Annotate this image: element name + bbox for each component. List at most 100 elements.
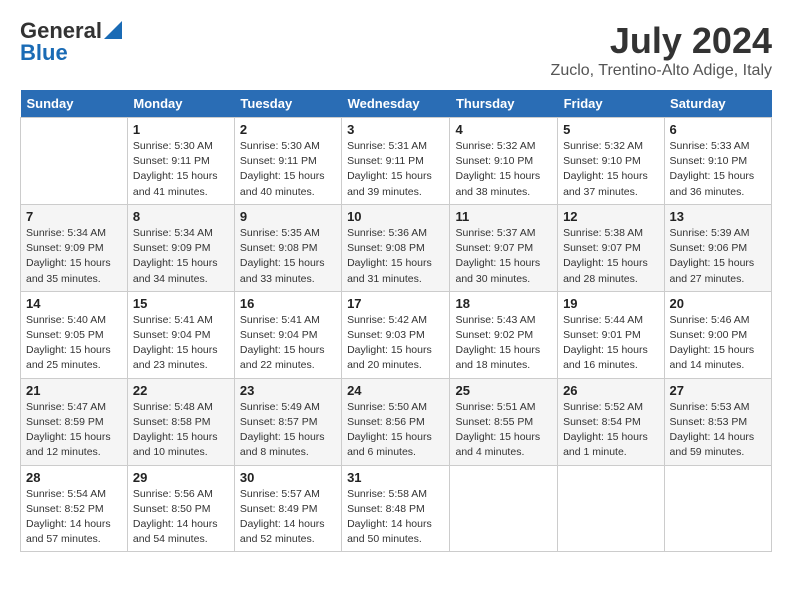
logo-blue-text: Blue — [20, 42, 68, 64]
day-info: Sunrise: 5:53 AMSunset: 8:53 PMDaylight:… — [670, 400, 766, 461]
calendar-cell: 17Sunrise: 5:42 AMSunset: 9:03 PMDayligh… — [342, 291, 450, 378]
day-info: Sunrise: 5:47 AMSunset: 8:59 PMDaylight:… — [26, 400, 122, 461]
calendar-cell — [664, 465, 771, 552]
day-number: 27 — [670, 383, 766, 398]
day-info: Sunrise: 5:46 AMSunset: 9:00 PMDaylight:… — [670, 313, 766, 374]
day-number: 5 — [563, 122, 658, 137]
calendar-cell: 23 Sunrise: 5:49 AMSunset: 8:57 PMDayligh… — [234, 378, 341, 465]
day-number: 31 — [347, 470, 444, 485]
title-block: July 2024 Zuclo, Trentino-Alto Adige, It… — [551, 20, 772, 80]
day-number: 16 — [240, 296, 336, 311]
calendar-cell: 18 Sunrise: 5:43 AMSunset: 9:02 PMDayligh… — [450, 291, 558, 378]
day-info: Sunrise: 5:48 AMSunset: 8:58 PMDaylight:… — [133, 400, 229, 461]
logo-triangle-icon — [104, 21, 122, 39]
calendar-cell: 15Sunrise: 5:41 AMSunset: 9:04 PMDayligh… — [127, 291, 234, 378]
day-number: 7 — [26, 209, 122, 224]
day-info: Sunrise: 5:30 AMSunset: 9:11 PMDaylight:… — [240, 139, 336, 200]
day-number: 8 — [133, 209, 229, 224]
calendar-cell: 26 Sunrise: 5:52 AMSunset: 8:54 PMDayligh… — [558, 378, 664, 465]
day-number: 10 — [347, 209, 444, 224]
calendar-cell: 20 Sunrise: 5:46 AMSunset: 9:00 PMDayligh… — [664, 291, 771, 378]
day-info: Sunrise: 5:50 AMSunset: 8:56 PMDaylight:… — [347, 400, 444, 461]
day-header-friday: Friday — [558, 90, 664, 118]
day-number: 11 — [455, 209, 552, 224]
day-info: Sunrise: 5:41 AMSunset: 9:04 PMDaylight:… — [133, 313, 229, 374]
day-info: Sunrise: 5:39 AMSunset: 9:06 PMDaylight:… — [670, 226, 766, 287]
calendar-cell: 13Sunrise: 5:39 AMSunset: 9:06 PMDayligh… — [664, 204, 771, 291]
day-number: 18 — [455, 296, 552, 311]
day-header-tuesday: Tuesday — [234, 90, 341, 118]
day-info: Sunrise: 5:38 AMSunset: 9:07 PMDaylight:… — [563, 226, 658, 287]
calendar-cell: 24 Sunrise: 5:50 AMSunset: 8:56 PMDayligh… — [342, 378, 450, 465]
day-info: Sunrise: 5:40 AMSunset: 9:05 PMDaylight:… — [26, 313, 122, 374]
day-number: 3 — [347, 122, 444, 137]
day-info: Sunrise: 5:36 AMSunset: 9:08 PMDaylight:… — [347, 226, 444, 287]
calendar-cell: 5Sunrise: 5:32 AMSunset: 9:10 PMDaylight… — [558, 118, 664, 205]
calendar-cell: 8 Sunrise: 5:34 AMSunset: 9:09 PMDaylight… — [127, 204, 234, 291]
day-number: 9 — [240, 209, 336, 224]
day-number: 30 — [240, 470, 336, 485]
calendar-table: SundayMondayTuesdayWednesdayThursdayFrid… — [20, 90, 772, 552]
day-number: 14 — [26, 296, 122, 311]
day-number: 26 — [563, 383, 658, 398]
calendar-cell: 30 Sunrise: 5:57 AMSunset: 8:49 PMDayligh… — [234, 465, 341, 552]
day-info: Sunrise: 5:43 AMSunset: 9:02 PMDaylight:… — [455, 313, 552, 374]
day-info: Sunrise: 5:54 AMSunset: 8:52 PMDaylight:… — [26, 487, 122, 548]
day-number: 19 — [563, 296, 658, 311]
calendar-cell: 11 Sunrise: 5:37 AMSunset: 9:07 PMDayligh… — [450, 204, 558, 291]
day-number: 4 — [455, 122, 552, 137]
day-info: Sunrise: 5:32 AMSunset: 9:10 PMDaylight:… — [455, 139, 552, 200]
day-info: Sunrise: 5:34 AMSunset: 9:09 PMDaylight:… — [26, 226, 122, 287]
calendar-cell — [558, 465, 664, 552]
calendar-cell: 9 Sunrise: 5:35 AMSunset: 9:08 PMDaylight… — [234, 204, 341, 291]
location-title: Zuclo, Trentino-Alto Adige, Italy — [551, 62, 772, 80]
day-number: 25 — [455, 383, 552, 398]
day-info: Sunrise: 5:33 AMSunset: 9:10 PMDaylight:… — [670, 139, 766, 200]
calendar-cell: 10 Sunrise: 5:36 AMSunset: 9:08 PMDayligh… — [342, 204, 450, 291]
day-number: 1 — [133, 122, 229, 137]
day-info: Sunrise: 5:42 AMSunset: 9:03 PMDaylight:… — [347, 313, 444, 374]
day-info: Sunrise: 5:51 AMSunset: 8:55 PMDaylight:… — [455, 400, 552, 461]
calendar-cell: 3Sunrise: 5:31 AMSunset: 9:11 PMDaylight… — [342, 118, 450, 205]
day-info: Sunrise: 5:44 AMSunset: 9:01 PMDaylight:… — [563, 313, 658, 374]
calendar-cell: 31 Sunrise: 5:58 AMSunset: 8:48 PMDayligh… — [342, 465, 450, 552]
calendar-cell: 2 Sunrise: 5:30 AMSunset: 9:11 PMDaylight… — [234, 118, 341, 205]
day-header-saturday: Saturday — [664, 90, 771, 118]
day-info: Sunrise: 5:30 AMSunset: 9:11 PMDaylight:… — [133, 139, 229, 200]
calendar-cell — [21, 118, 128, 205]
calendar-row-1: 7 Sunrise: 5:34 AMSunset: 9:09 PMDaylight… — [21, 204, 772, 291]
day-info: Sunrise: 5:58 AMSunset: 8:48 PMDaylight:… — [347, 487, 444, 548]
header-row: SundayMondayTuesdayWednesdayThursdayFrid… — [21, 90, 772, 118]
day-header-sunday: Sunday — [21, 90, 128, 118]
day-info: Sunrise: 5:35 AMSunset: 9:08 PMDaylight:… — [240, 226, 336, 287]
calendar-cell: 27 Sunrise: 5:53 AMSunset: 8:53 PMDayligh… — [664, 378, 771, 465]
calendar-cell: 29 Sunrise: 5:56 AMSunset: 8:50 PMDayligh… — [127, 465, 234, 552]
calendar-cell: 12Sunrise: 5:38 AMSunset: 9:07 PMDayligh… — [558, 204, 664, 291]
day-info: Sunrise: 5:41 AMSunset: 9:04 PMDaylight:… — [240, 313, 336, 374]
calendar-cell: 14 Sunrise: 5:40 AMSunset: 9:05 PMDayligh… — [21, 291, 128, 378]
day-info: Sunrise: 5:57 AMSunset: 8:49 PMDaylight:… — [240, 487, 336, 548]
day-number: 29 — [133, 470, 229, 485]
calendar-row-0: 1 Sunrise: 5:30 AMSunset: 9:11 PMDaylight… — [21, 118, 772, 205]
day-info: Sunrise: 5:37 AMSunset: 9:07 PMDaylight:… — [455, 226, 552, 287]
logo: General Blue — [20, 20, 122, 64]
day-info: Sunrise: 5:52 AMSunset: 8:54 PMDaylight:… — [563, 400, 658, 461]
day-info: Sunrise: 5:56 AMSunset: 8:50 PMDaylight:… — [133, 487, 229, 548]
calendar-cell: 1 Sunrise: 5:30 AMSunset: 9:11 PMDaylight… — [127, 118, 234, 205]
calendar-row-3: 21Sunrise: 5:47 AMSunset: 8:59 PMDayligh… — [21, 378, 772, 465]
calendar-cell: 7 Sunrise: 5:34 AMSunset: 9:09 PMDaylight… — [21, 204, 128, 291]
day-number: 2 — [240, 122, 336, 137]
calendar-cell: 22 Sunrise: 5:48 AMSunset: 8:58 PMDayligh… — [127, 378, 234, 465]
day-number: 22 — [133, 383, 229, 398]
day-header-thursday: Thursday — [450, 90, 558, 118]
calendar-cell: 21Sunrise: 5:47 AMSunset: 8:59 PMDayligh… — [21, 378, 128, 465]
month-title: July 2024 — [551, 20, 772, 62]
day-number: 24 — [347, 383, 444, 398]
calendar-cell: 4 Sunrise: 5:32 AMSunset: 9:10 PMDaylight… — [450, 118, 558, 205]
day-number: 28 — [26, 470, 122, 485]
day-info: Sunrise: 5:34 AMSunset: 9:09 PMDaylight:… — [133, 226, 229, 287]
calendar-cell: 16 Sunrise: 5:41 AMSunset: 9:04 PMDayligh… — [234, 291, 341, 378]
day-number: 20 — [670, 296, 766, 311]
day-number: 23 — [240, 383, 336, 398]
day-info: Sunrise: 5:49 AMSunset: 8:57 PMDaylight:… — [240, 400, 336, 461]
